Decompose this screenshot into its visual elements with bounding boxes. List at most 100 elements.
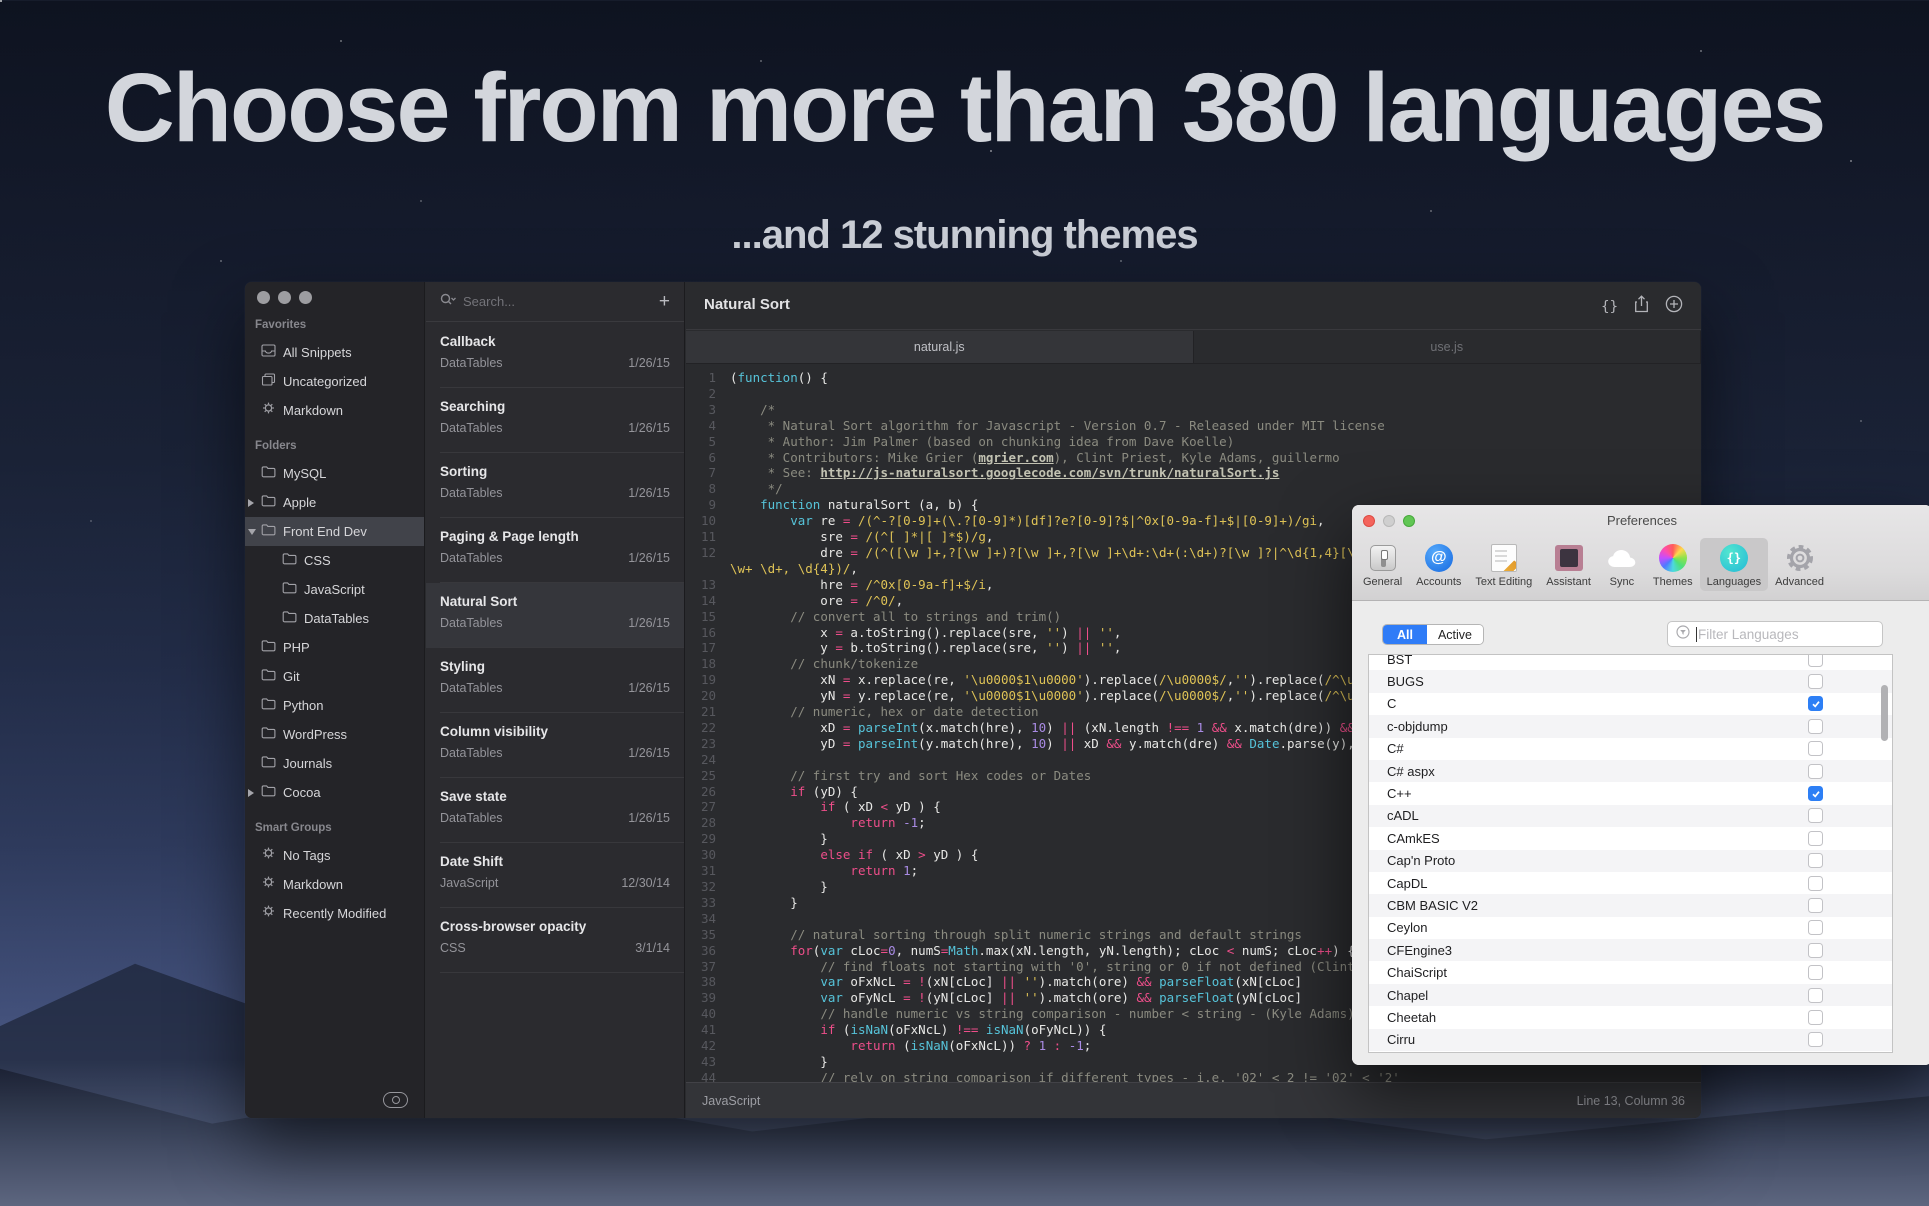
share-icon[interactable]	[1634, 295, 1649, 318]
segment-all[interactable]: All	[1383, 625, 1427, 644]
language-row[interactable]: cADL	[1369, 805, 1892, 827]
sidebar-item-wordpress[interactable]: WordPress	[245, 720, 424, 749]
filter-icon	[1676, 625, 1690, 644]
zoom-button[interactable]	[299, 291, 312, 304]
new-snippet-icon[interactable]	[1665, 295, 1683, 318]
language-row[interactable]: CFEngine3	[1369, 939, 1892, 961]
line-number: 27	[686, 799, 730, 815]
snippet-row[interactable]: Cross-browser opacityCSS3/1/14	[426, 908, 684, 973]
language-row[interactable]: c-objdump	[1369, 715, 1892, 737]
language-row[interactable]: C	[1369, 693, 1892, 715]
editor-tab-natural-js[interactable]: natural.js	[686, 331, 1194, 363]
disclosure-triangle[interactable]	[248, 789, 254, 797]
snippet-row-folder: DataTables	[440, 421, 503, 435]
add-snippet-button[interactable]: +	[659, 291, 670, 313]
language-checkbox[interactable]	[1808, 876, 1823, 891]
prefs-tab-themes[interactable]: Themes	[1646, 538, 1700, 591]
status-language[interactable]: JavaScript	[702, 1094, 760, 1108]
prefs-tab-general[interactable]: General	[1356, 538, 1409, 591]
sidebar-item-all-snippets[interactable]: All Snippets	[245, 338, 424, 367]
snippet-row[interactable]: SearchingDataTables1/26/15	[426, 388, 684, 453]
sidebar-item-php[interactable]: PHP	[245, 633, 424, 662]
language-row[interactable]: Chapel	[1369, 984, 1892, 1006]
snippet-row[interactable]: Column visibilityDataTables1/26/15	[426, 713, 684, 778]
language-checkbox[interactable]	[1808, 831, 1823, 846]
sidebar-item-datatables[interactable]: DataTables	[245, 604, 424, 633]
language-checkbox[interactable]	[1808, 853, 1823, 868]
toggle-sidebar-icon[interactable]	[383, 1092, 408, 1108]
snippet-row[interactable]: CallbackDataTables1/26/15	[426, 323, 684, 388]
language-checkbox[interactable]	[1808, 674, 1823, 689]
sidebar-item-apple[interactable]: Apple	[245, 488, 424, 517]
language-checkbox[interactable]	[1808, 696, 1823, 711]
language-row[interactable]: ChaiScript	[1369, 961, 1892, 983]
sidebar-item-cocoa[interactable]: Cocoa	[245, 778, 424, 807]
sidebar-item-front-end-dev[interactable]: Front End Dev	[245, 517, 424, 546]
sidebar-item-markdown[interactable]: Markdown	[245, 396, 424, 425]
language-row[interactable]: Cheetah	[1369, 1006, 1892, 1028]
language-checkbox[interactable]	[1808, 786, 1823, 801]
scrollbar-thumb[interactable]	[1881, 685, 1888, 741]
language-checkbox[interactable]	[1808, 920, 1823, 935]
language-checkbox[interactable]	[1808, 965, 1823, 980]
language-row[interactable]: Ceylon	[1369, 917, 1892, 939]
language-checkbox[interactable]	[1808, 898, 1823, 913]
language-row[interactable]: Cap'n Proto	[1369, 850, 1892, 872]
search-bar[interactable]: Search... +	[426, 282, 684, 322]
language-scope-segmented-control[interactable]: All Active	[1382, 624, 1484, 645]
language-checkbox[interactable]	[1808, 988, 1823, 1003]
sidebar-item-css[interactable]: CSS	[245, 546, 424, 575]
snippet-row[interactable]: SortingDataTables1/26/15	[426, 453, 684, 518]
language-row[interactable]: CAmkES	[1369, 827, 1892, 849]
language-checkbox[interactable]	[1808, 943, 1823, 958]
sidebar-item-python[interactable]: Python	[245, 691, 424, 720]
language-row[interactable]: C# aspx	[1369, 760, 1892, 782]
language-checkbox[interactable]	[1808, 1032, 1823, 1047]
language-row[interactable]: CapDL	[1369, 872, 1892, 894]
editor-tab-use-js[interactable]: use.js	[1194, 331, 1702, 363]
disclosure-triangle[interactable]	[248, 529, 256, 535]
prefs-tab-textedit[interactable]: Text Editing	[1468, 538, 1539, 591]
language-checkbox[interactable]	[1808, 741, 1823, 756]
filter-languages-field[interactable]: Filter Languages	[1667, 621, 1883, 647]
language-row[interactable]: Cirru	[1369, 1029, 1892, 1051]
minimize-button[interactable]	[278, 291, 291, 304]
snippet-row[interactable]: StylingDataTables1/26/15	[426, 648, 684, 713]
sidebar-item-uncategorized[interactable]: Uncategorized	[245, 367, 424, 396]
language-checkbox[interactable]	[1808, 1010, 1823, 1025]
prefs-tab-accounts[interactable]: @Accounts	[1409, 538, 1468, 591]
sidebar-item-markdown[interactable]: Markdown	[245, 870, 424, 899]
language-braces-icon[interactable]: {}	[1601, 299, 1618, 315]
language-checkbox[interactable]	[1808, 719, 1823, 734]
language-checkbox[interactable]	[1808, 808, 1823, 823]
sidebar-item-recently-modified[interactable]: Recently Modified	[245, 899, 424, 928]
sidebar-item-label: PHP	[283, 633, 310, 662]
prefs-tab-advanced[interactable]: Advanced	[1768, 538, 1831, 591]
language-list[interactable]: BSTBUGSCc-objdumpC#C# aspxC++cADLCAmkESC…	[1368, 654, 1893, 1053]
prefs-tab-langs[interactable]: {}Languages	[1700, 538, 1768, 591]
snippet-row[interactable]: Save stateDataTables1/26/15	[426, 778, 684, 843]
snippet-row[interactable]: Date ShiftJavaScript12/30/14	[426, 843, 684, 908]
language-row[interactable]: BUGS	[1369, 670, 1892, 692]
snippet-row-date: 3/1/14	[635, 941, 670, 955]
sidebar-item-journals[interactable]: Journals	[245, 749, 424, 778]
close-button[interactable]	[257, 291, 270, 304]
sidebar-item-javascript[interactable]: JavaScript	[245, 575, 424, 604]
sidebar-item-mysql[interactable]: MySQL	[245, 459, 424, 488]
language-checkbox[interactable]	[1808, 764, 1823, 779]
prefs-tab-sync[interactable]: Sync	[1598, 538, 1646, 591]
sidebar-item-git[interactable]: Git	[245, 662, 424, 691]
language-checkbox[interactable]	[1808, 654, 1823, 667]
search-input[interactable]: Search...	[463, 294, 659, 309]
language-row[interactable]: C#	[1369, 738, 1892, 760]
language-row[interactable]: C++	[1369, 782, 1892, 804]
snippet-row[interactable]: Paging & Page lengthDataTables1/26/15	[426, 518, 684, 583]
sidebar-item-no-tags[interactable]: No Tags	[245, 841, 424, 870]
segment-active[interactable]: Active	[1427, 625, 1483, 644]
snippet-row[interactable]: Natural SortDataTables1/26/15	[426, 583, 684, 648]
window-controls[interactable]	[257, 291, 312, 304]
prefs-tab-assistant[interactable]: Assistant	[1539, 538, 1598, 591]
language-row[interactable]: CBM BASIC V2	[1369, 894, 1892, 916]
language-row[interactable]: BST	[1369, 654, 1892, 670]
disclosure-triangle[interactable]	[248, 499, 254, 507]
